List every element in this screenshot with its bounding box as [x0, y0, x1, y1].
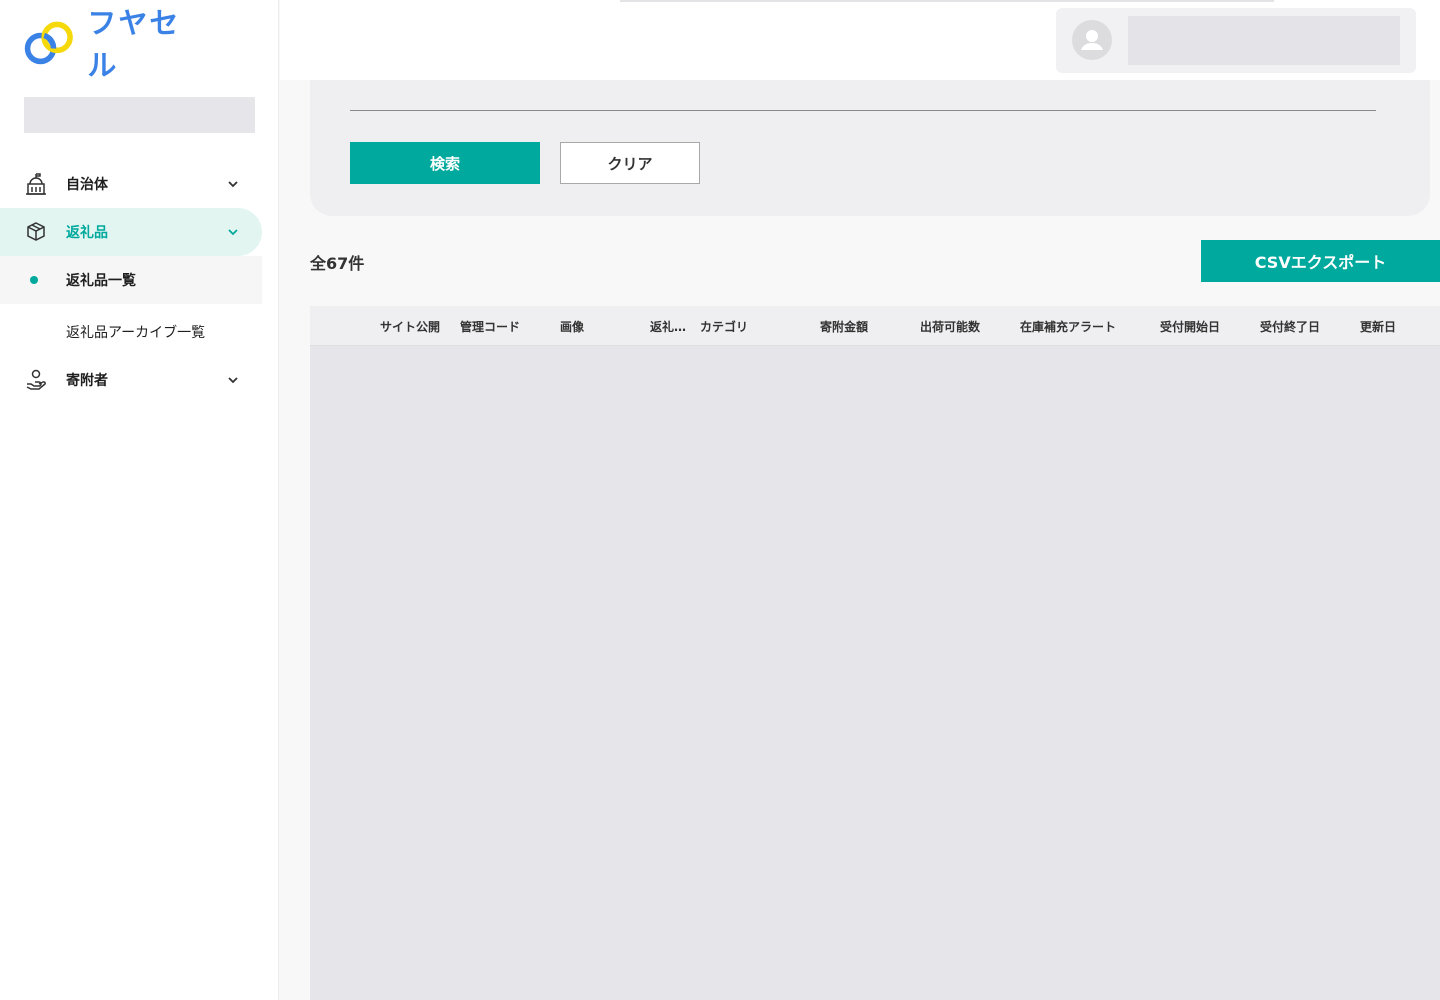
chevron-down-icon: [228, 377, 238, 384]
column-header-shippable-count[interactable]: 出荷可能数: [920, 318, 980, 335]
municipality-placeholder: [24, 97, 255, 133]
sidebar-subitem-label: 返礼品一覧: [66, 273, 136, 289]
active-dot-icon: [30, 276, 38, 284]
result-count: 全67件: [310, 254, 365, 273]
csv-export-button[interactable]: CSVエクスポート: [1201, 240, 1440, 282]
top-header: [280, 0, 1440, 80]
table-header: サイト公開 管理コード 画像 返礼… カテゴリ 寄附金額 出荷可能数 在庫補充ア…: [310, 306, 1440, 346]
sidebar-item-municipality[interactable]: 自治体: [0, 160, 262, 208]
search-panel: 検索 クリア: [310, 80, 1430, 216]
logo-rings-icon: [24, 21, 73, 65]
app-logo[interactable]: フヤセル: [22, 6, 202, 82]
user-name-placeholder: [1128, 16, 1400, 65]
column-header-start-date[interactable]: 受付開始日: [1160, 318, 1220, 335]
column-header-category[interactable]: カテゴリ: [700, 318, 748, 335]
chevron-down-icon: [228, 229, 238, 236]
search-button[interactable]: 検索: [350, 142, 540, 184]
column-header-image[interactable]: 画像: [560, 318, 584, 335]
table-body-loading: [310, 346, 1440, 1000]
sidebar-subitem-gift-list[interactable]: 返礼品一覧: [0, 256, 262, 304]
sidebar-item-label: 寄附者: [66, 373, 108, 389]
sidebar-subitem-label: 返礼品アーカイブ一覧: [66, 325, 206, 341]
city-hall-icon: [24, 172, 48, 196]
chevron-down-icon: [228, 181, 238, 188]
column-header-restock-alert[interactable]: 在庫補充アラート: [1020, 318, 1116, 335]
sidebar: フヤセル 自治体 返礼品 返礼品一覧 返礼品アーカイブ一覧 寄附者: [0, 0, 279, 1000]
package-icon: [24, 220, 48, 244]
column-header-management-code[interactable]: 管理コード: [460, 318, 520, 335]
clear-button[interactable]: クリア: [560, 142, 700, 184]
column-header-gift-name[interactable]: 返礼…: [650, 318, 686, 335]
sidebar-item-gifts[interactable]: 返礼品: [0, 208, 262, 256]
sidebar-item-label: 自治体: [66, 177, 108, 193]
sidebar-subitem-gift-archive[interactable]: 返礼品アーカイブ一覧: [0, 308, 262, 356]
avatar: [1072, 20, 1112, 60]
user-icon: [1081, 30, 1103, 50]
column-header-donation-amount[interactable]: 寄附金額: [820, 318, 868, 335]
column-header-site-public[interactable]: サイト公開: [380, 318, 440, 335]
column-header-updated-date[interactable]: 更新日: [1360, 318, 1396, 335]
sidebar-item-donors[interactable]: 寄附者: [0, 356, 262, 404]
sidebar-item-label: 返礼品: [66, 225, 108, 241]
header-progress-line: [620, 0, 1274, 2]
user-menu[interactable]: [1056, 8, 1416, 73]
logo-text: フヤセル: [87, 6, 181, 82]
donor-hand-icon: [24, 368, 48, 392]
search-divider: [350, 110, 1376, 111]
column-header-end-date[interactable]: 受付終了日: [1260, 318, 1320, 335]
